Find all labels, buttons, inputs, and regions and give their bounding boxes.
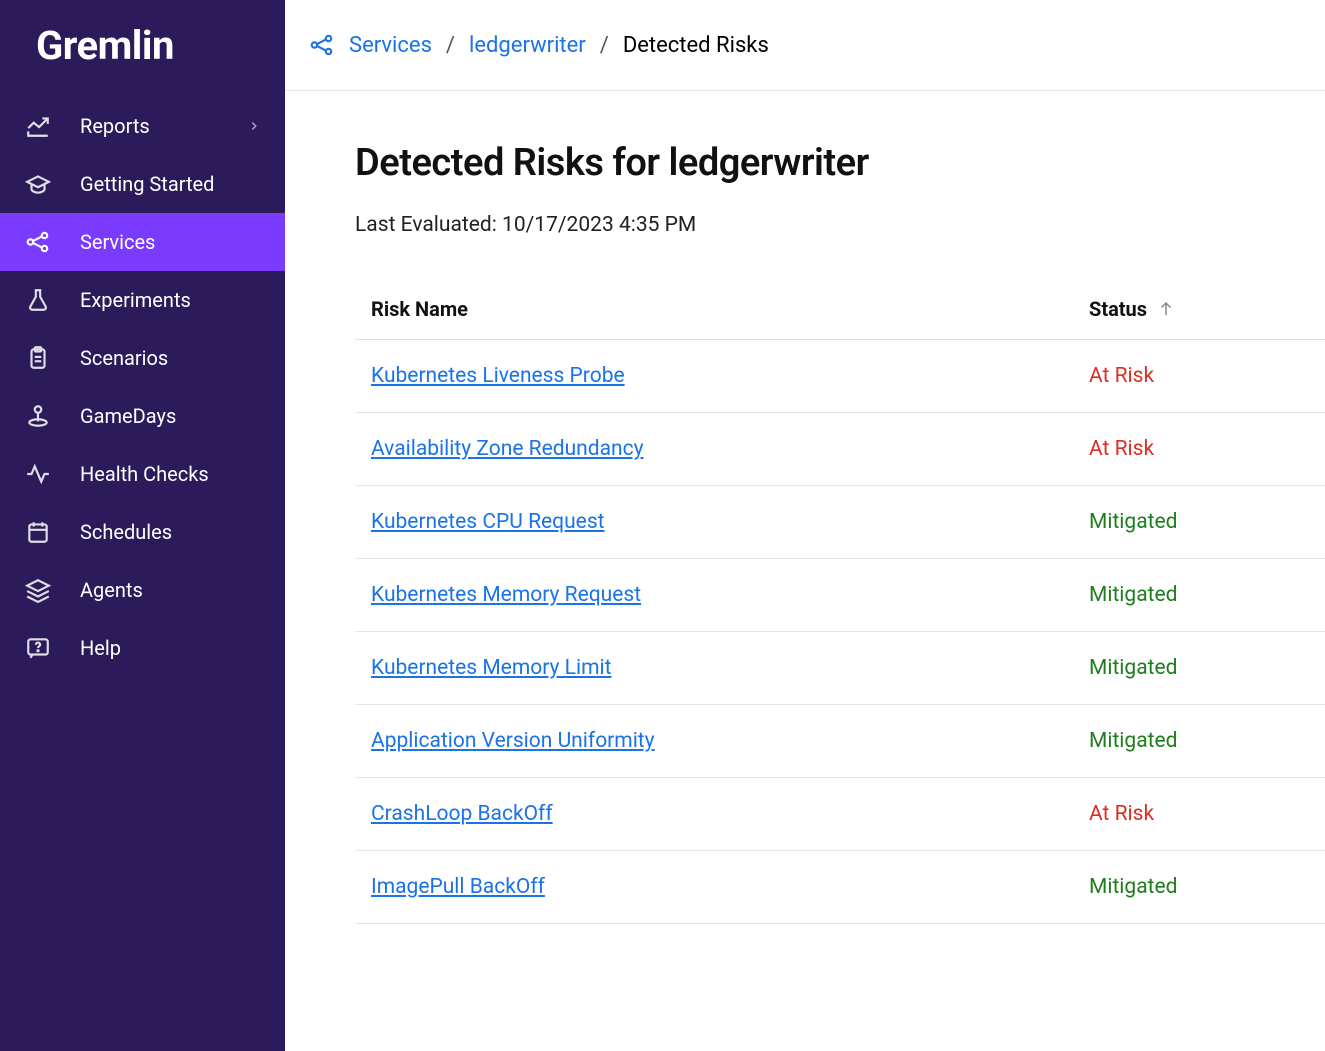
sidebar-item-scenarios[interactable]: Scenarios — [0, 329, 285, 387]
breadcrumb-services[interactable]: Services — [349, 33, 432, 58]
table-row: Availability Zone Redundancy At Risk — [355, 413, 1325, 486]
risk-link[interactable]: Kubernetes Memory Limit — [371, 656, 611, 680]
sidebar-item-help[interactable]: Help — [0, 619, 285, 677]
table-row: Kubernetes CPU Request Mitigated — [355, 486, 1325, 559]
table-row: Kubernetes Memory Limit Mitigated — [355, 632, 1325, 705]
status-badge: Mitigated — [1089, 875, 1309, 899]
sidebar-item-getting-started[interactable]: Getting Started — [0, 155, 285, 213]
network-icon — [24, 228, 52, 256]
table-header: Risk Name Status — [355, 279, 1325, 340]
sidebar-item-experiments[interactable]: Experiments — [0, 271, 285, 329]
page-title: Detected Risks for ledgerwriter — [355, 141, 1325, 185]
status-badge: Mitigated — [1089, 656, 1309, 680]
joystick-icon — [24, 402, 52, 430]
sidebar-item-label: Services — [80, 230, 155, 254]
status-badge: At Risk — [1089, 437, 1309, 461]
column-header-name[interactable]: Risk Name — [371, 297, 1089, 321]
risk-name-cell: Availability Zone Redundancy — [371, 437, 1089, 461]
risk-name-cell: ImagePull BackOff — [371, 875, 1089, 899]
graduation-cap-icon — [24, 170, 52, 198]
table-row: Kubernetes Liveness Probe At Risk — [355, 340, 1325, 413]
sidebar-item-label: Getting Started — [80, 172, 214, 196]
chart-line-icon — [24, 112, 52, 140]
sidebar-item-label: Reports — [80, 114, 150, 138]
sidebar-item-label: Health Checks — [80, 462, 209, 486]
table-body: Kubernetes Liveness ProbeAt RiskAvailabi… — [355, 340, 1325, 924]
breadcrumb: Services / ledgerwriter / Detected Risks — [285, 0, 1325, 91]
status-badge: Mitigated — [1089, 510, 1309, 534]
calendar-icon — [24, 518, 52, 546]
risk-name-cell: Kubernetes Liveness Probe — [371, 364, 1089, 388]
content-area: Detected Risks for ledgerwriter Last Eva… — [285, 91, 1325, 924]
sidebar-item-label: GameDays — [80, 404, 176, 428]
table-row: CrashLoop BackOff At Risk — [355, 778, 1325, 851]
column-header-status-label: Status — [1089, 297, 1147, 321]
nav-list: Reports Getting Started Services Experiment… — [0, 97, 285, 677]
sidebar-item-schedules[interactable]: Schedules — [0, 503, 285, 561]
risk-name-cell: CrashLoop BackOff — [371, 802, 1089, 826]
sidebar-item-label: Help — [80, 636, 121, 660]
risk-link[interactable]: Application Version Uniformity — [371, 729, 655, 753]
risk-name-cell: Kubernetes Memory Request — [371, 583, 1089, 607]
layers-icon — [24, 576, 52, 604]
risks-table: Risk Name Status Kubernetes Liveness Pro… — [355, 279, 1325, 924]
risk-name-cell: Kubernetes Memory Limit — [371, 656, 1089, 680]
breadcrumb-service[interactable]: ledgerwriter — [469, 33, 586, 58]
sidebar-item-health-checks[interactable]: Health Checks — [0, 445, 285, 503]
risk-link[interactable]: Kubernetes Liveness Probe — [371, 364, 625, 388]
risk-link[interactable]: Kubernetes Memory Request — [371, 583, 641, 607]
risk-link[interactable]: Kubernetes CPU Request — [371, 510, 605, 534]
last-evaluated: Last Evaluated: 10/17/2023 4:35 PM — [355, 213, 1325, 237]
risk-link[interactable]: CrashLoop BackOff — [371, 802, 553, 826]
sidebar-item-label: Schedules — [80, 520, 172, 544]
sidebar-item-reports[interactable]: Reports — [0, 97, 285, 155]
sidebar-item-services[interactable]: Services — [0, 213, 285, 271]
risk-link[interactable]: Availability Zone Redundancy — [371, 437, 644, 461]
network-icon — [309, 32, 335, 58]
table-row: ImagePull BackOff Mitigated — [355, 851, 1325, 924]
chevron-right-icon — [247, 114, 261, 138]
breadcrumb-separator: / — [446, 33, 455, 58]
help-icon — [24, 634, 52, 662]
status-badge: At Risk — [1089, 364, 1309, 388]
sidebar-item-gamedays[interactable]: GameDays — [0, 387, 285, 445]
risk-link[interactable]: ImagePull BackOff — [371, 875, 545, 899]
pulse-icon — [24, 460, 52, 488]
column-header-status[interactable]: Status — [1089, 297, 1309, 321]
status-badge: Mitigated — [1089, 583, 1309, 607]
sidebar-item-label: Agents — [80, 578, 143, 602]
risk-name-cell: Kubernetes CPU Request — [371, 510, 1089, 534]
status-badge: Mitigated — [1089, 729, 1309, 753]
logo: Gremlin — [0, 22, 285, 97]
breadcrumb-current: Detected Risks — [623, 33, 769, 58]
clipboard-icon — [24, 344, 52, 372]
sidebar: Gremlin Reports Getting Started Services Ex… — [0, 0, 285, 1051]
sidebar-item-agents[interactable]: Agents — [0, 561, 285, 619]
main-content: Services / ledgerwriter / Detected Risks… — [285, 0, 1325, 1051]
status-badge: At Risk — [1089, 802, 1309, 826]
flask-icon — [24, 286, 52, 314]
table-row: Application Version Uniformity Mitigated — [355, 705, 1325, 778]
sidebar-item-label: Experiments — [80, 288, 191, 312]
sidebar-item-label: Scenarios — [80, 346, 168, 370]
breadcrumb-separator: / — [600, 33, 609, 58]
risk-name-cell: Application Version Uniformity — [371, 729, 1089, 753]
sort-arrow-up-icon — [1157, 300, 1175, 318]
table-row: Kubernetes Memory Request Mitigated — [355, 559, 1325, 632]
